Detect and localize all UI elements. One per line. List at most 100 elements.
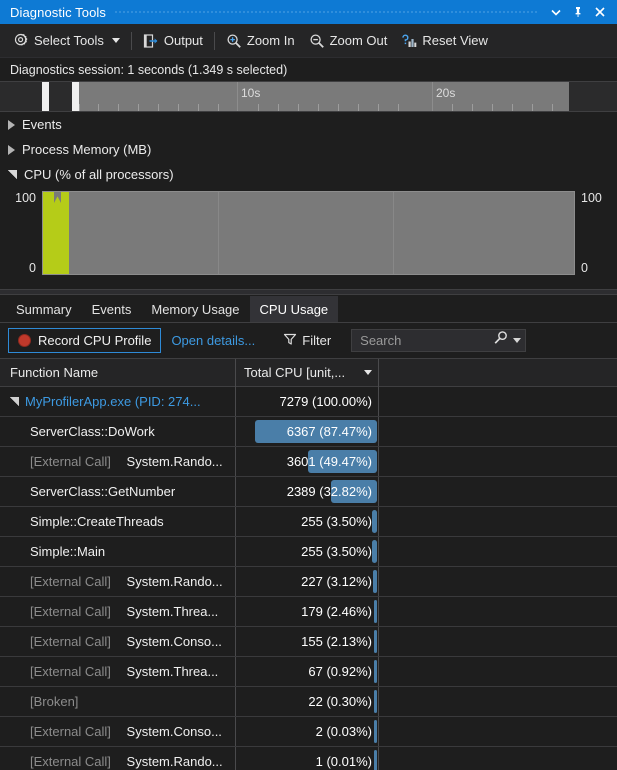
- cpu-axis-left-max: 100: [15, 191, 36, 205]
- cpu-value-label: 155 (2.13%): [301, 634, 372, 649]
- cell-total-cpu: 7279 (100.00%): [236, 387, 379, 416]
- zoom-in-button[interactable]: Zoom In: [219, 28, 302, 54]
- diagnostics-session-info: Diagnostics session: 1 seconds (1.349 s …: [0, 58, 617, 82]
- diagnostics-toolbar: Select Tools Output Zoom In Zoom Out Res…: [0, 24, 617, 58]
- select-tools-label: Select Tools: [34, 33, 104, 48]
- table-row[interactable]: [External Call] System.Conso... 155 (2.13…: [0, 627, 617, 657]
- ruler-tick: [532, 104, 533, 111]
- cell-function-name: [External Call] System.Rando...: [0, 567, 236, 596]
- ruler-track: [72, 82, 569, 111]
- search-options-chevron-down-icon[interactable]: [513, 338, 522, 343]
- ruler-tick: [138, 104, 139, 111]
- search-input[interactable]: Search: [351, 329, 527, 352]
- filter-icon: [283, 332, 297, 349]
- function-name-label: System.Rando...: [126, 754, 223, 769]
- cpu-axis-left-min: 0: [29, 261, 36, 275]
- function-name-label: System.Threa...: [126, 604, 219, 619]
- function-name-label: ServerClass::GetNumber: [30, 484, 176, 499]
- reset-view-label: Reset View: [422, 33, 488, 48]
- section-cpu-label: CPU (% of all processors): [24, 167, 174, 182]
- timeline-selection-handle-right[interactable]: [72, 82, 79, 111]
- table-row[interactable]: Simple::Main 255 (3.50%): [0, 537, 617, 567]
- output-label: Output: [163, 33, 203, 48]
- section-events[interactable]: Events: [0, 112, 617, 137]
- section-process-memory-label: Process Memory (MB): [22, 142, 152, 157]
- column-header-total-cpu-label: Total CPU [unit,...: [244, 365, 346, 380]
- cpu-data-bar: [374, 720, 377, 743]
- tab-cpu-usage[interactable]: CPU Usage: [249, 296, 339, 322]
- cpu-value-label: 1 (0.01%): [315, 754, 372, 769]
- select-tools-button[interactable]: Select Tools: [6, 28, 127, 54]
- ruler-tick: [198, 104, 199, 111]
- title-bar-drag-handle[interactable]: [114, 0, 537, 24]
- ruler-tick: [278, 104, 279, 111]
- cell-function-name: [External Call] System.Rando...: [0, 747, 236, 770]
- tab-memory-usage-label: Memory Usage: [151, 301, 240, 317]
- open-details-link[interactable]: Open details...: [171, 333, 255, 348]
- tab-summary[interactable]: Summary: [6, 296, 82, 322]
- cpu-value-label: 6367 (87.47%): [286, 424, 372, 439]
- cell-total-cpu: 179 (2.46%): [236, 597, 379, 626]
- external-call-prefix: [External Call]: [30, 604, 111, 619]
- cell-total-cpu: 67 (0.92%): [236, 657, 379, 686]
- cell-total-cpu: 6367 (87.47%): [236, 417, 379, 446]
- cell-function-name: Simple::CreateThreads: [0, 507, 236, 536]
- output-button[interactable]: Output: [136, 28, 210, 54]
- ruler-tick: [218, 104, 219, 111]
- cpu-value-label: 179 (2.46%): [301, 604, 372, 619]
- timeline-selection-handle-left[interactable]: [42, 82, 49, 111]
- table-row[interactable]: ServerClass::GetNumber 2389 (32.82%): [0, 477, 617, 507]
- table-row[interactable]: [External Call] System.Conso... 2 (0.03%): [0, 717, 617, 747]
- sort-chevron-down-icon[interactable]: [364, 370, 372, 375]
- column-header-function-name[interactable]: Function Name: [0, 358, 236, 387]
- cpu-usage-graph[interactable]: 100 0 100 0: [0, 187, 617, 289]
- section-process-memory[interactable]: Process Memory (MB): [0, 137, 617, 162]
- table-row[interactable]: [External Call] System.Rando... 227 (3.12…: [0, 567, 617, 597]
- cell-function-name: ServerClass::GetNumber: [0, 477, 236, 506]
- search-icon[interactable]: [493, 330, 509, 351]
- tab-cpu-usage-label: CPU Usage: [259, 301, 329, 317]
- reset-view-button[interactable]: Reset View: [394, 28, 495, 54]
- ruler-tick: [552, 104, 553, 111]
- table-row[interactable]: [External Call] System.Threa... 179 (2.46…: [0, 597, 617, 627]
- cell-function-name: ServerClass::DoWork: [0, 417, 236, 446]
- row-expander-chevron-down-icon[interactable]: [10, 397, 19, 406]
- section-cpu[interactable]: CPU (% of all processors): [0, 162, 617, 187]
- external-call-prefix: [External Call]: [30, 664, 111, 679]
- cpu-data-bar: [374, 630, 377, 653]
- pin-icon[interactable]: [567, 1, 589, 23]
- timeline-ruler[interactable]: 10s 20s: [0, 82, 617, 112]
- function-name-label: [Broken]: [30, 694, 79, 709]
- function-name-label: Simple::Main: [30, 544, 106, 559]
- column-header-function-name-label: Function Name: [10, 365, 99, 380]
- function-name-label: System.Conso...: [126, 724, 222, 739]
- table-row[interactable]: MyProfilerApp.exe (PID: 274... 7279 (100.…: [0, 387, 617, 417]
- close-icon[interactable]: [589, 1, 611, 23]
- cell-function-name: MyProfilerApp.exe (PID: 274...: [0, 387, 236, 416]
- tab-memory-usage[interactable]: Memory Usage: [141, 296, 249, 322]
- reset-view-icon: [401, 33, 417, 49]
- table-row[interactable]: Simple::CreateThreads 255 (3.50%): [0, 507, 617, 537]
- filter-button[interactable]: Filter: [283, 332, 331, 349]
- timeline-selection-region[interactable]: [49, 82, 72, 111]
- table-row[interactable]: [External Call] System.Threa... 67 (0.92%…: [0, 657, 617, 687]
- table-row[interactable]: ServerClass::DoWork 6367 (87.47%): [0, 417, 617, 447]
- cpu-value-label: 7279 (100.00%): [279, 394, 372, 409]
- function-name-label: System.Rando...: [126, 454, 223, 469]
- table-row[interactable]: [Broken] 22 (0.30%): [0, 687, 617, 717]
- tab-events[interactable]: Events: [82, 296, 142, 322]
- ruler-tick: [338, 104, 339, 111]
- table-row[interactable]: [External Call] System.Rando... 1 (0.01%): [0, 747, 617, 770]
- cpu-data-bar: [372, 570, 377, 593]
- zoom-out-button[interactable]: Zoom Out: [302, 28, 395, 54]
- column-header-total-cpu[interactable]: Total CPU [unit,...: [236, 358, 379, 387]
- chevron-down-icon[interactable]: [545, 1, 567, 23]
- table-row[interactable]: [External Call] System.Rando... 3601 (49.…: [0, 447, 617, 477]
- search-placeholder: Search: [360, 333, 402, 348]
- ruler-tick: [472, 104, 473, 111]
- record-cpu-profile-button[interactable]: Record CPU Profile: [8, 328, 162, 353]
- zoom-out-icon: [309, 33, 325, 49]
- window-title-bar: Diagnostic Tools: [0, 0, 617, 24]
- tab-summary-label: Summary: [16, 301, 72, 317]
- cell-total-cpu: 22 (0.30%): [236, 687, 379, 716]
